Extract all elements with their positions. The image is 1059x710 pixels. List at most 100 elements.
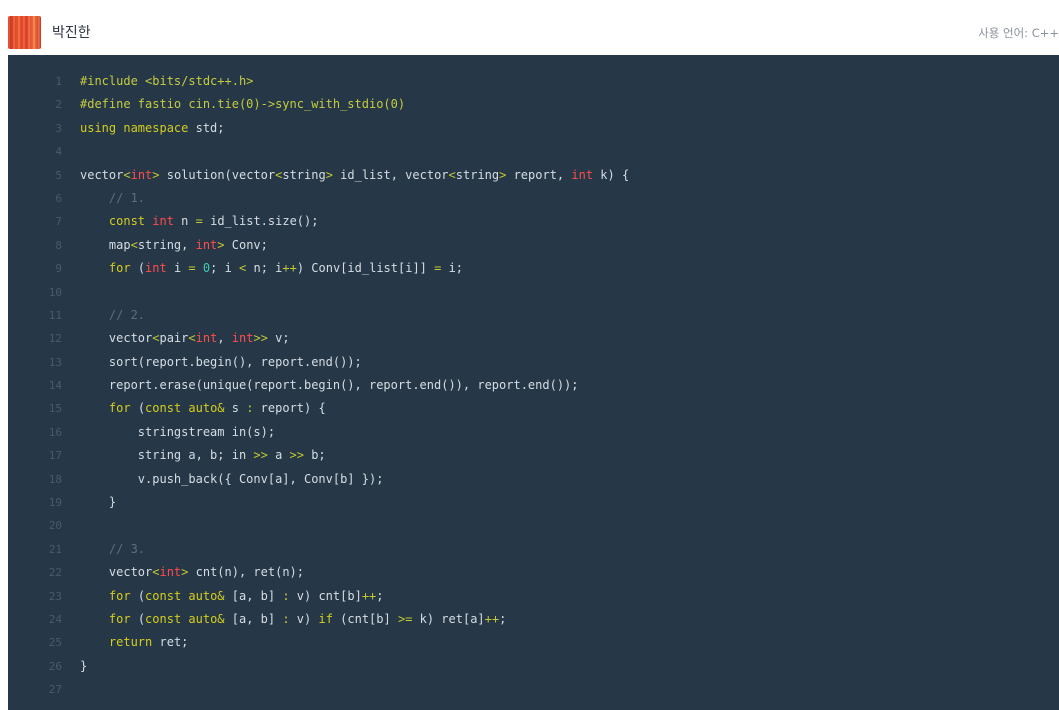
code-text: for (const auto& [a, b] : v) if (cnt[b] …	[80, 608, 506, 631]
code-line: 12 vector<pair<int, int>> v;	[8, 327, 1059, 350]
code-token: std;	[188, 120, 225, 135]
code-token: int	[152, 214, 174, 229]
solution-header: 박진한 사용 언어: C++	[0, 0, 1059, 55]
code-token: vector	[80, 331, 153, 346]
code-token: (	[130, 401, 146, 416]
code-line: 2 #define fastio cin.tie(0)->sync_with_st…	[8, 93, 1059, 116]
code-line: 4	[8, 140, 1059, 163]
code-token: Conv;	[224, 237, 268, 252]
code-token: :	[282, 611, 290, 626]
code-text: v.push_back({ Conv[a], Conv[b] });	[80, 468, 384, 491]
code-text: // 3.	[80, 538, 145, 561]
code-token: (cnt[b]	[332, 611, 398, 626]
code-token: k) {	[593, 167, 630, 182]
code-token: ;	[376, 588, 384, 603]
code-text: #define fastio cin.tie(0)->sync_with_std…	[80, 93, 405, 116]
code-token: return	[108, 635, 153, 650]
code-token: >	[325, 167, 333, 182]
line-number: 26	[48, 659, 62, 673]
code-token: }	[80, 658, 88, 673]
code-text: for (int i = 0; i < n; i++) Conv[id_list…	[80, 257, 463, 280]
code-line: 16 stringstream in(s);	[8, 421, 1059, 444]
code-text: report.erase(unique(report.begin(), repo…	[80, 374, 579, 397]
code-text: string a, b; in >> a >> b;	[80, 444, 326, 467]
code-token: >	[152, 167, 160, 182]
code-text: using namespace std;	[80, 117, 225, 140]
line-number: 11	[48, 308, 62, 322]
code-line: 14 report.erase(unique(report.begin(), r…	[8, 374, 1059, 397]
code-text: vector<int> solution(vector<string> id_l…	[80, 164, 629, 187]
code-token: int	[195, 331, 218, 346]
line-number: 23	[48, 589, 62, 603]
code-token: report) {	[253, 401, 326, 416]
line-number: 19	[48, 496, 62, 510]
code-token: report.erase(unique(report.begin(), repo…	[80, 378, 579, 393]
code-token: const auto&	[145, 611, 225, 626]
code-token: ++	[361, 588, 377, 603]
code-token: stringstream in(s);	[80, 424, 276, 439]
code-token: vector	[80, 565, 153, 580]
code-token: >>	[253, 331, 268, 346]
line-number: 13	[48, 355, 62, 369]
code-line: 1 #include <bits/stdc++.h>	[8, 70, 1059, 93]
line-number: 5	[55, 168, 62, 182]
code-token: // 3.	[108, 541, 146, 556]
code-line: 18 v.push_back({ Conv[a], Conv[b] });	[8, 468, 1059, 491]
code-token: <	[130, 237, 138, 252]
code-text: // 1.	[80, 187, 145, 210]
code-token: string	[282, 167, 326, 182]
code-token: >>	[289, 448, 304, 463]
line-number: 22	[48, 566, 62, 580]
code-token: for	[108, 588, 131, 603]
code-token: =	[188, 261, 196, 276]
line-number: 15	[48, 402, 62, 416]
code-token: cnt(n), ret(n);	[188, 565, 304, 580]
code-token: <	[448, 167, 456, 182]
code-line: 25 return ret;	[8, 631, 1059, 654]
code-line: 8 map<string, int> Conv;	[8, 234, 1059, 257]
code-token: int	[231, 331, 254, 346]
code-token: =	[195, 214, 203, 229]
code-line: 27	[8, 678, 1059, 701]
code-line: 13 sort(report.begin(), report.end());	[8, 351, 1059, 374]
code-token: int	[159, 565, 182, 580]
code-token: ) Conv[id_list[i]]	[296, 261, 435, 276]
code-token: ret;	[152, 635, 189, 650]
line-number: 7	[55, 215, 62, 229]
line-number: 21	[48, 542, 62, 556]
code-token: int	[571, 167, 594, 182]
line-number: 2	[55, 98, 62, 112]
code-token: map	[80, 237, 131, 252]
code-block: 1 #include <bits/stdc++.h> 2 #define fastio…	[8, 55, 1059, 710]
code-text: // 2.	[80, 304, 145, 327]
code-line: 20	[8, 514, 1059, 537]
code-token: v;	[267, 331, 290, 346]
code-token: >>	[253, 448, 268, 463]
code-text: #include <bits/stdc++.h>	[80, 70, 253, 93]
language-label: 사용 언어: C++	[978, 26, 1059, 40]
code-token: b;	[303, 448, 326, 463]
code-token: }	[80, 495, 117, 510]
code-token: ; i	[210, 261, 240, 276]
code-token: :	[282, 588, 290, 603]
avatar[interactable]	[8, 16, 41, 49]
code-line: 10	[8, 281, 1059, 304]
code-line: 6 // 1.	[8, 187, 1059, 210]
code-line: 24 for (const auto& [a, b] : v) if (cnt[…	[8, 608, 1059, 631]
code-text: for (const auto& s : report) {	[80, 397, 326, 420]
code-token: i;	[441, 261, 464, 276]
code-token: string,	[137, 237, 196, 252]
code-line: 7 const int n = id_list.size();	[8, 210, 1059, 233]
code-line: 3 using namespace std;	[8, 117, 1059, 140]
code-token: (	[130, 588, 146, 603]
code-token: int	[145, 261, 167, 276]
code-token: #include <bits/stdc++.h>	[80, 74, 254, 88]
code-token: for	[108, 611, 131, 626]
author-name[interactable]: 박진한	[52, 22, 91, 42]
code-line: 5 vector<int> solution(vector<string> id_…	[8, 164, 1059, 187]
line-number: 14	[48, 379, 62, 393]
code-token: const	[108, 214, 146, 229]
